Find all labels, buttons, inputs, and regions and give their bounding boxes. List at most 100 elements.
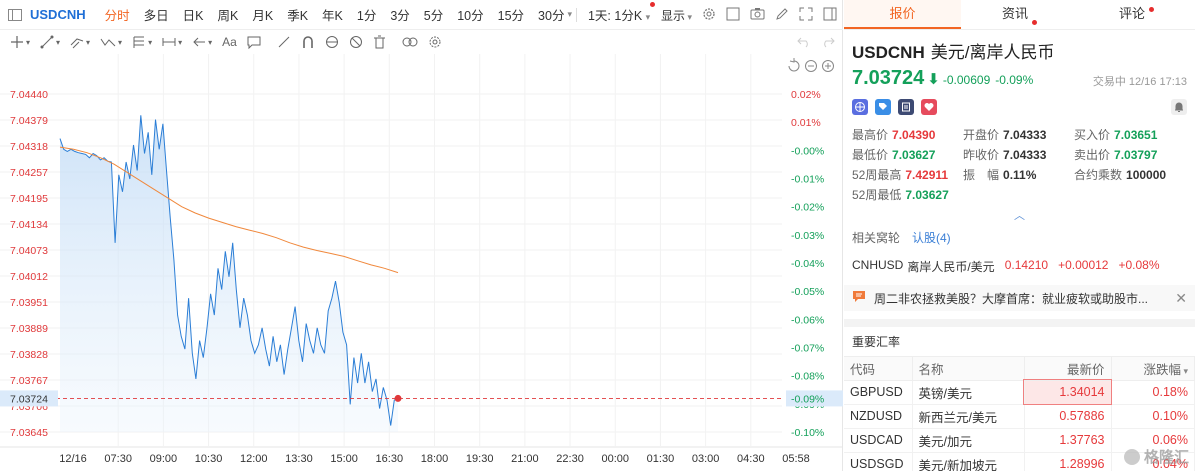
globe-icon[interactable] (852, 99, 868, 115)
period-toolbar: USDCNH 分时 多日 日K 周K 月K 季K 年K 1分 3分 5分 10分 15分 30分 ▾ 1天… (0, 0, 843, 30)
period-tab[interactable]: 周K (211, 5, 246, 24)
chart-area[interactable]: 7.04440 7.04379 7.04318 7.04257 7.04195 7.041… (0, 54, 843, 471)
cross-rate-row[interactable]: CNHUSD 离岸人民币/美元 0.14210 +0.00012 +0.08% (844, 258, 1195, 275)
section-divider (844, 319, 1195, 327)
side-panel-icon[interactable] (823, 7, 837, 24)
chevron-down-icon: ▾ (56, 37, 61, 47)
period-tab[interactable]: 多日 (137, 5, 176, 24)
note-icon[interactable] (898, 99, 914, 115)
rate-price: 1.34014 (1023, 379, 1112, 405)
time-tick: 19:30 (466, 453, 494, 465)
period-tab[interactable]: 分时 (98, 5, 137, 24)
chevron-down-icon: ▾ (118, 37, 123, 47)
notification-dot (1149, 7, 1154, 12)
hide-icon[interactable] (349, 35, 363, 49)
time-tick: 16:30 (376, 453, 404, 465)
last-price: 7.03724 (852, 67, 925, 89)
price-change-pct: -0.09% (995, 73, 1034, 87)
col-price: 最新价 (1024, 357, 1112, 381)
trash-icon[interactable] (373, 35, 386, 49)
zoom-controls (788, 58, 834, 72)
rate-name: 新西兰元/美元 (912, 404, 1025, 429)
favorite-heart-icon[interactable] (921, 99, 937, 115)
close-icon[interactable]: ✕ (1175, 290, 1187, 307)
period-tab[interactable]: 10分 (450, 5, 490, 24)
period-tab[interactable]: 15分 (491, 5, 531, 24)
chart-plot (0, 115, 782, 433)
stat-item: 昨收价 7.04333 (963, 146, 1074, 163)
period-tab[interactable]: 月K (245, 5, 280, 24)
tab-quote[interactable]: 报价 (844, 0, 961, 29)
camera-icon[interactable] (750, 7, 765, 23)
stat-item: 52周最低 7.03627 (852, 186, 963, 203)
rate-price: 0.57886 (1024, 404, 1112, 429)
crosshair-tool[interactable]: ▾ (10, 35, 30, 49)
chevron-up-icon[interactable]: ︿ (844, 207, 1195, 222)
col-change-header[interactable]: 涨跌幅 ▾ (1111, 357, 1195, 381)
quote-name: 美元/离岸人民币 (930, 43, 1055, 62)
period-tab[interactable]: 1分 (350, 5, 383, 24)
percent-tick: -0.01% (791, 174, 824, 186)
eye-icon[interactable] (325, 35, 339, 49)
period-tab[interactable]: 3分 (383, 5, 416, 24)
comment-tool[interactable] (247, 36, 261, 49)
measure-tool[interactable]: ▾ (162, 35, 182, 49)
text-tool[interactable]: Aa (222, 35, 237, 49)
undo-icon[interactable] (797, 36, 811, 48)
rate-price: 1.37763 (1024, 428, 1112, 453)
quote-stats: 最高价 7.04390 开盘价 7.04333 买入价 7.03651 最低价 7.03627… (844, 126, 1195, 203)
settings-gear-icon[interactable] (702, 7, 716, 24)
channel-tool[interactable]: ▾ (70, 35, 90, 49)
reset-zoom-arrow (789, 58, 795, 63)
time-tick: 13:30 (285, 453, 313, 465)
stat-item: 52周最高 7.42911 (852, 166, 963, 183)
link-icon[interactable] (402, 36, 418, 48)
draw-settings-icon[interactable] (428, 35, 442, 49)
notification-dot (650, 2, 656, 7)
expand-panel-icon[interactable] (6, 6, 24, 24)
tab-news[interactable]: 资讯 (961, 0, 1078, 29)
period-tab[interactable]: 年K (315, 5, 350, 24)
tab-comment-label: 评论 (1118, 6, 1145, 21)
tab-comment[interactable]: 评论 (1078, 0, 1195, 29)
price-chart[interactable]: 7.04440 7.04379 7.04318 7.04257 7.04195 7.041… (0, 54, 843, 471)
magnet-icon[interactable] (301, 35, 315, 49)
table-row[interactable]: NZDUSD 新西兰元/美元 0.57886 0.10% (844, 404, 1195, 429)
percent-tick: 0.01% (791, 117, 821, 129)
line-tool[interactable]: ▾ (40, 35, 60, 49)
fib-tool[interactable]: ▾ (132, 35, 152, 49)
time-tick: 09:00 (150, 453, 178, 465)
range-selector[interactable]: 1天: 1分K ▾ (581, 2, 657, 24)
news-banner[interactable]: 周二非农拯救美股？大摩首席：就业疲软或助股市... ✕ (844, 285, 1195, 311)
drawing-toolbar: ▾ ▾ ▾ ▾ ▾ ▾ ▾ Aa (0, 30, 843, 54)
stat-label: 52周最高 (852, 168, 902, 182)
symbol-label[interactable]: USDCNH (30, 7, 86, 22)
watermark: 格隆汇 (1123, 446, 1189, 467)
redo-icon[interactable] (821, 36, 835, 48)
chevron-down-icon: ▾ (86, 37, 91, 47)
cross-pct: +0.08% (1118, 258, 1160, 272)
fullscreen-icon[interactable] (799, 7, 813, 24)
ruler-icon[interactable] (277, 35, 291, 49)
checkbox-icon[interactable] (726, 7, 740, 24)
percent-tick: -0.06% (791, 314, 824, 326)
current-pct-label: -0.09% (791, 393, 824, 405)
arrow-tool[interactable]: ▾ (192, 35, 212, 49)
period-tab[interactable]: 5分 (417, 5, 450, 24)
table-row[interactable]: GBPUSD 英镑/美元 1.34014 0.18% (844, 379, 1195, 405)
display-menu[interactable]: 显示 ▾ (661, 7, 692, 24)
cross-price: 0.14210 (1004, 258, 1049, 272)
period-tab[interactable]: 日K (176, 5, 211, 24)
period-tab[interactable]: 30分 (531, 5, 571, 24)
stat-label: 52周最低 (852, 188, 902, 202)
bell-icon[interactable] (1171, 99, 1187, 115)
price-axis: 7.04440 7.04379 7.04318 7.04257 7.04195 7.041… (0, 89, 58, 439)
wave-tool[interactable]: ▾ (100, 35, 122, 49)
related-link[interactable]: 认股(4) (912, 229, 951, 246)
percent-tick: -0.02% (791, 202, 824, 214)
tag-icon[interactable] (875, 99, 891, 115)
tab-news-label: 资讯 (1001, 6, 1028, 21)
period-tab[interactable]: 季K (280, 5, 315, 24)
stat-value: 7.03627 (892, 148, 936, 162)
pencil-icon[interactable] (775, 7, 789, 24)
